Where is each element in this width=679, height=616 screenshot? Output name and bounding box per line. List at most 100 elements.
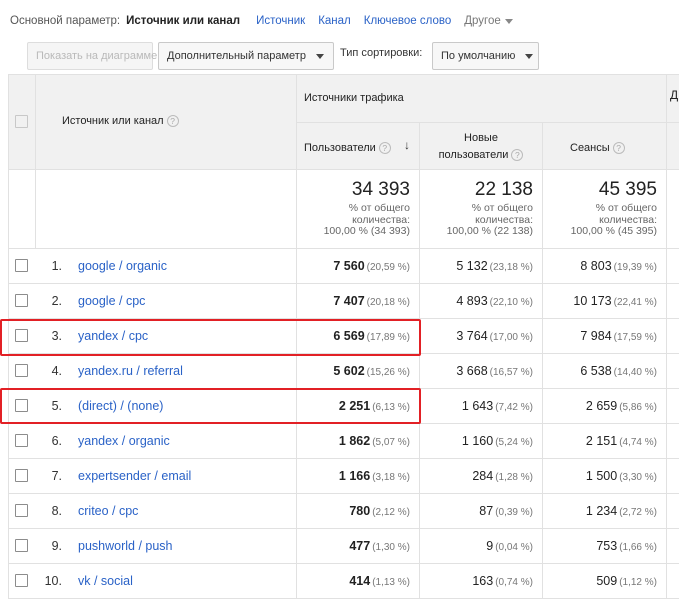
new-users-header-line1: Новые (464, 132, 498, 144)
new-users-percent: (17,00 %) (489, 332, 533, 343)
sort-descending-icon[interactable]: ↓ (404, 138, 410, 152)
sessions-cell: 2 659 (5,86 %) (542, 399, 657, 413)
users-cell: 7 560 (20,59 %) (296, 259, 410, 273)
source-medium-link[interactable]: google / organic (78, 259, 167, 273)
sessions-header-label: Сеансы (570, 142, 610, 154)
new-users-percent: (5,24 %) (495, 437, 533, 448)
source-medium-link[interactable]: pushworld / push (78, 539, 173, 553)
source-medium-link[interactable]: yandex.ru / referral (78, 364, 183, 378)
sessions-value: 509 (596, 574, 618, 588)
dimension-other-dropdown[interactable]: Другое (464, 15, 513, 27)
new-users-value: 3 764 (456, 329, 488, 343)
users-percent: (2,12 %) (372, 507, 410, 518)
traffic-sources-group-header: Источники трафика (304, 92, 404, 104)
sessions-cell: 1 500 (3,30 %) (542, 469, 657, 483)
source-medium-link[interactable]: yandex / organic (78, 434, 170, 448)
dimension-medium-link[interactable]: Канал (318, 15, 351, 27)
sessions-percent: (5,86 %) (619, 402, 657, 413)
sessions-value: 2 151 (585, 434, 618, 448)
help-icon: ? (511, 149, 524, 162)
row-checkbox[interactable] (15, 294, 28, 307)
sessions-cell: 753 (1,66 %) (542, 539, 657, 553)
users-value: 5 602 (333, 364, 365, 378)
sessions-value: 1 234 (585, 504, 618, 518)
users-cell: 7 407 (20,18 %) (296, 294, 410, 308)
new-users-cell: 3 668 (16,57 %) (419, 364, 533, 378)
row-checkbox[interactable] (15, 434, 28, 447)
total-sessions-caption: % от общего количества: 100,00 % (45 395) (570, 202, 657, 237)
users-cell: 414 (1,13 %) (296, 574, 410, 588)
sessions-percent: (19,39 %) (613, 262, 657, 273)
users-percent: (5,07 %) (372, 437, 410, 448)
users-value: 7 407 (333, 294, 365, 308)
users-cell: 1 862 (5,07 %) (296, 434, 410, 448)
secondary-dimension-dropdown[interactable]: Дополнительный параметр (158, 42, 334, 70)
sessions-value: 6 538 (580, 364, 612, 378)
new-users-column-header[interactable]: Новые пользователи? (420, 130, 542, 164)
sessions-cell: 1 234 (2,72 %) (542, 504, 657, 518)
select-all-checkbox[interactable] (15, 115, 28, 128)
new-users-percent: (22,10 %) (489, 297, 533, 308)
sort-type-dropdown[interactable]: По умолчанию (432, 42, 539, 70)
new-users-value: 87 (479, 504, 494, 518)
source-medium-link[interactable]: criteo / cpc (78, 504, 138, 518)
sessions-column-header[interactable]: Сеансы? (570, 142, 625, 155)
new-users-percent: (16,57 %) (489, 367, 533, 378)
row-checkbox[interactable] (15, 469, 28, 482)
primary-dimension-bar: Основной параметр: Источник или канал Ис… (0, 0, 679, 40)
source-medium-link[interactable]: google / cpc (78, 294, 145, 308)
new-users-percent: (7,42 %) (495, 402, 533, 413)
sessions-percent: (22,41 %) (613, 297, 657, 308)
sessions-percent: (3,30 %) (619, 472, 657, 483)
show-on-chart-button[interactable]: Показать на диаграмме (27, 42, 157, 70)
sessions-cell: 7 984 (17,59 %) (542, 329, 657, 343)
sessions-percent: (17,59 %) (613, 332, 657, 343)
sessions-cell: 2 151 (4,74 %) (542, 434, 657, 448)
users-percent: (15,26 %) (366, 367, 410, 378)
source-medium-link[interactable]: vk / social (78, 574, 133, 588)
help-icon: ? (378, 142, 391, 155)
dimension-column-header[interactable]: Источник или канал? (62, 115, 179, 128)
sessions-percent: (4,74 %) (619, 437, 657, 448)
users-column-header[interactable]: Пользователи? (304, 142, 391, 155)
users-value: 414 (349, 574, 371, 588)
dimension-header-label: Источник или канал (62, 115, 164, 127)
sessions-percent: (14,40 %) (613, 367, 657, 378)
new-users-percent: (0,74 %) (495, 577, 533, 588)
highlight-box (0, 319, 421, 356)
row-checkbox[interactable] (15, 259, 28, 272)
dimension-source-medium[interactable]: Источник или канал (126, 15, 240, 27)
table-toolbar: Показать на диаграмме Дополнительный пар… (0, 38, 679, 74)
row-checkbox[interactable] (15, 504, 28, 517)
row-number: 9. (51, 539, 62, 553)
total-users-caption: % от общего количества: 100,00 % (34 393) (323, 202, 410, 237)
new-users-cell: 1 160 (5,24 %) (419, 434, 533, 448)
dimension-keyword-link[interactable]: Ключевое слово (364, 15, 452, 27)
sessions-percent: (1,66 %) (619, 542, 657, 553)
sessions-cell: 509 (1,12 %) (542, 574, 657, 588)
new-users-cell: 5 132 (23,18 %) (419, 259, 533, 273)
next-group-header-truncated: Д (670, 88, 679, 102)
chevron-down-icon (504, 18, 513, 24)
new-users-cell: 163 (0,74 %) (419, 574, 533, 588)
help-icon: ? (612, 142, 625, 155)
new-users-cell: 4 893 (22,10 %) (419, 294, 533, 308)
sort-type-value: По умолчанию (441, 50, 516, 62)
new-users-percent: (23,18 %) (489, 262, 533, 273)
new-users-value: 1 160 (461, 434, 494, 448)
row-checkbox[interactable] (15, 539, 28, 552)
sessions-cell: 8 803 (19,39 %) (542, 259, 657, 273)
row-number: 10. (44, 574, 62, 588)
dimension-source-link[interactable]: Источник (256, 15, 305, 27)
new-users-percent: (0,39 %) (495, 507, 533, 518)
row-checkbox[interactable] (15, 364, 28, 377)
users-value: 7 560 (333, 259, 365, 273)
sessions-value: 2 659 (585, 399, 618, 413)
sort-type-label: Тип сортировки: (340, 47, 423, 59)
row-checkbox[interactable] (15, 574, 28, 587)
source-medium-link[interactable]: expertsender / email (78, 469, 191, 483)
sessions-value: 1 500 (585, 469, 618, 483)
row-number: 2. (51, 294, 62, 308)
sessions-cell: 10 173 (22,41 %) (542, 294, 657, 308)
new-users-cell: 87 (0,39 %) (419, 504, 533, 518)
